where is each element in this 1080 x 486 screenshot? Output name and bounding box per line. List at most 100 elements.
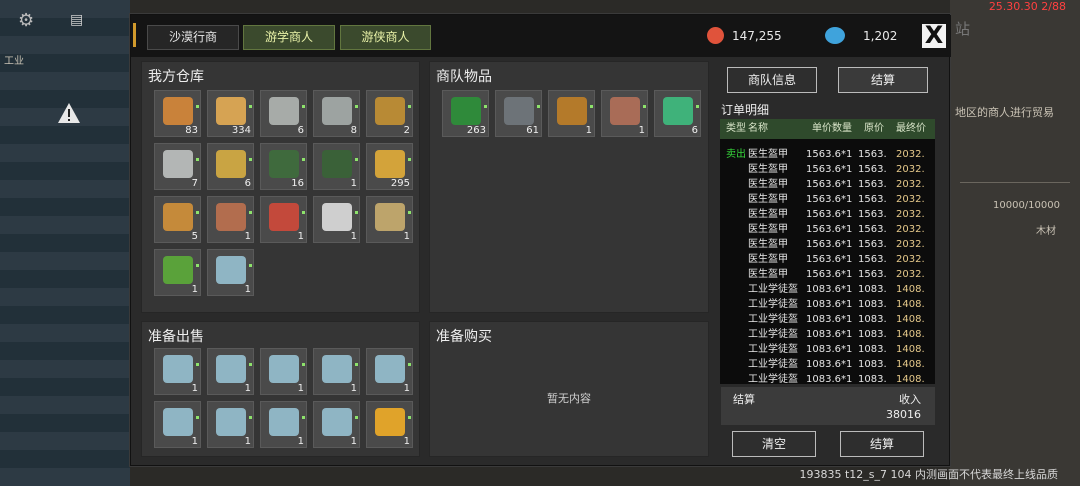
warehouse-slot[interactable]: 295 <box>366 143 413 190</box>
quality-dot <box>302 211 305 214</box>
caravan-info-button[interactable]: 商队信息 <box>727 67 817 93</box>
order-cell-final: 1408. <box>896 359 925 370</box>
order-cell-unit: 1083.6*1 <box>806 284 853 295</box>
warehouse-slot[interactable]: 1 <box>313 196 360 243</box>
order-cell-name: 医生盔甲 <box>748 194 788 205</box>
quality-dot <box>249 363 252 366</box>
settle-top-button[interactable]: 结算 <box>838 67 928 93</box>
order-cell-unit: 1563.6*1 <box>806 179 853 190</box>
header-name: 名称 <box>748 123 768 134</box>
quality-dot <box>196 264 199 267</box>
window-top-bar: 沙漠行商 游学商人 游侠商人 147,255 1,202 X <box>131 15 951 57</box>
quality-dot <box>249 264 252 267</box>
warehouse-slot[interactable]: 1 <box>207 249 254 296</box>
order-cell-unit: 1563.6*1 <box>806 194 853 205</box>
gear-icon[interactable]: ⚙ <box>18 10 34 31</box>
close-button[interactable]: X <box>922 23 946 48</box>
corn-basket-icon <box>216 150 246 178</box>
order-cell-final: 2032. <box>896 224 925 235</box>
buy-title: 准备购买 <box>436 329 492 345</box>
order-list[interactable]: 类型 名称 单价数量 原价 最终价 卖出 医生盔甲 1563.6*1 1563. 203… <box>720 119 935 384</box>
item-count: 1 <box>297 383 304 394</box>
order-cell-unit: 1083.6*1 <box>806 374 853 384</box>
warehouse-slot[interactable]: 1 <box>260 196 307 243</box>
order-cell-final: 2032. <box>896 149 925 160</box>
order-cell-name: 工业学徒盔 <box>748 329 798 340</box>
order-cell-orig: 1563. <box>858 179 887 190</box>
order-row: 工业学徒盔 1083.6*1 1083. 1408. <box>720 342 935 357</box>
order-cell-final: 2032. <box>896 239 925 250</box>
sell-slot[interactable]: 1 <box>313 348 360 395</box>
order-cell-orig: 1563. <box>858 269 887 280</box>
quality-dot <box>355 363 358 366</box>
quality-dot <box>643 105 646 108</box>
order-cell-unit: 1563.6*1 <box>806 209 853 220</box>
tab-ranger-merchant[interactable]: 游侠商人 <box>340 25 431 50</box>
warehouse-slot[interactable]: 16 <box>260 143 307 190</box>
quality-dot <box>196 105 199 108</box>
tab-desert-merchant[interactable]: 沙漠行商 <box>147 25 239 50</box>
sell-slot[interactable]: 1 <box>207 348 254 395</box>
quality-dot <box>302 105 305 108</box>
wheat-basket-icon <box>163 203 193 231</box>
order-cell-unit: 1563.6*1 <box>806 164 853 175</box>
caravan-slot[interactable]: 1 <box>548 90 595 137</box>
warehouse-slot[interactable]: 334 <box>207 90 254 137</box>
warehouse-slot[interactable]: 7 <box>154 143 201 190</box>
order-cell-type <box>720 327 748 342</box>
order-row: 工业学徒盔 1083.6*1 1083. 1408. <box>720 282 935 297</box>
caravan-slot[interactable]: 263 <box>442 90 489 137</box>
armor-icon <box>269 355 299 383</box>
order-cell-type: 卖出 <box>726 149 746 160</box>
order-cell-name: 医生盔甲 <box>748 269 788 280</box>
sell-slot[interactable]: 1 <box>154 401 201 448</box>
sell-slot[interactable]: 1 <box>366 348 413 395</box>
corn-box-icon <box>375 150 405 178</box>
item-count: 1 <box>638 125 645 136</box>
boots-icon <box>557 97 587 125</box>
caravan-slot[interactable]: 61 <box>495 90 542 137</box>
fruit-crate-icon <box>375 97 405 125</box>
money-display: 147,255 <box>707 27 782 44</box>
order-cell-name: 医生盔甲 <box>748 179 788 190</box>
warehouse-slot[interactable]: 6 <box>260 90 307 137</box>
tab-scholar-merchant[interactable]: 游学商人 <box>243 25 335 50</box>
sell-slot[interactable]: 1 <box>260 401 307 448</box>
warehouse-slot[interactable]: 8 <box>313 90 360 137</box>
warehouse-slot[interactable]: 6 <box>207 143 254 190</box>
caravan-slot[interactable]: 1 <box>601 90 648 137</box>
sell-slot[interactable]: 1 <box>366 401 413 448</box>
order-cell-final: 1408. <box>896 344 925 355</box>
order-row: 医生盔甲 1563.6*1 1563. 2032. <box>720 237 935 252</box>
money-value: 147,255 <box>732 28 782 43</box>
item-count: 1 <box>244 284 251 295</box>
sell-slot[interactable]: 1 <box>313 401 360 448</box>
order-row: 医生盔甲 1563.6*1 1563. 2032. <box>720 252 935 267</box>
quality-dot <box>249 158 252 161</box>
item-count: 1 <box>244 383 251 394</box>
warehouse-slot[interactable]: 1 <box>154 249 201 296</box>
chat-icon[interactable]: ▤ <box>70 12 83 28</box>
order-cell-final: 1408. <box>896 374 925 384</box>
warehouse-slot[interactable]: 1 <box>366 196 413 243</box>
warning-icon[interactable] <box>56 100 82 126</box>
caravan-slot[interactable]: 6 <box>654 90 701 137</box>
warehouse-slot[interactable]: 2 <box>366 90 413 137</box>
settle-bottom-button[interactable]: 结算 <box>840 431 924 457</box>
quality-dot <box>196 416 199 419</box>
sell-slot[interactable]: 1 <box>260 348 307 395</box>
order-cell-orig: 1083. <box>858 329 887 340</box>
warehouse-slot[interactable]: 5 <box>154 196 201 243</box>
warehouse-slot[interactable]: 83 <box>154 90 201 137</box>
warehouse-slot[interactable]: 1 <box>313 143 360 190</box>
sell-slot[interactable]: 1 <box>207 401 254 448</box>
armor-icon <box>216 256 246 284</box>
quality-dot <box>196 158 199 161</box>
clear-button[interactable]: 清空 <box>732 431 816 457</box>
warehouse-slot[interactable]: 1 <box>207 196 254 243</box>
order-cell-orig: 1563. <box>858 194 887 205</box>
bread-loaf-icon <box>216 97 246 125</box>
item-count: 295 <box>390 178 410 189</box>
sell-slot[interactable]: 1 <box>154 348 201 395</box>
item-count: 263 <box>466 125 486 136</box>
